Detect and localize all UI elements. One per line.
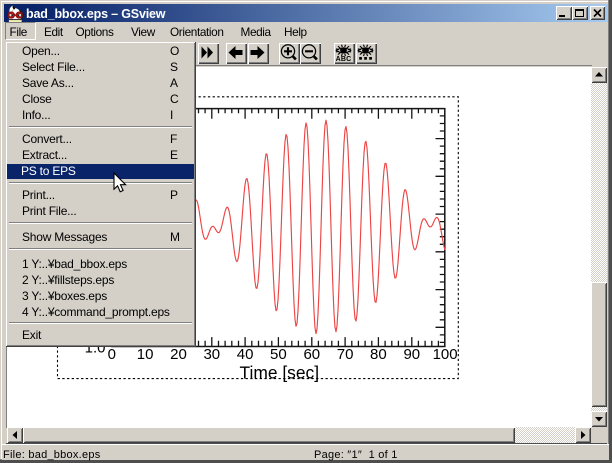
- svg-text:50: 50: [270, 346, 287, 363]
- svg-text:40: 40: [237, 346, 254, 363]
- svg-text:80: 80: [370, 346, 387, 363]
- svg-text:100: 100: [433, 346, 458, 363]
- svg-text:20: 20: [170, 346, 187, 363]
- svg-text:70: 70: [337, 346, 354, 363]
- svg-text:Time [sec]: Time [sec]: [240, 363, 320, 383]
- svg-text:90: 90: [403, 346, 420, 363]
- svg-text:30: 30: [203, 346, 220, 363]
- svg-text:0: 0: [108, 346, 116, 363]
- svg-text:10: 10: [137, 346, 154, 363]
- svg-text:60: 60: [303, 346, 320, 363]
- svg-text:ABC: ABC: [335, 56, 351, 62]
